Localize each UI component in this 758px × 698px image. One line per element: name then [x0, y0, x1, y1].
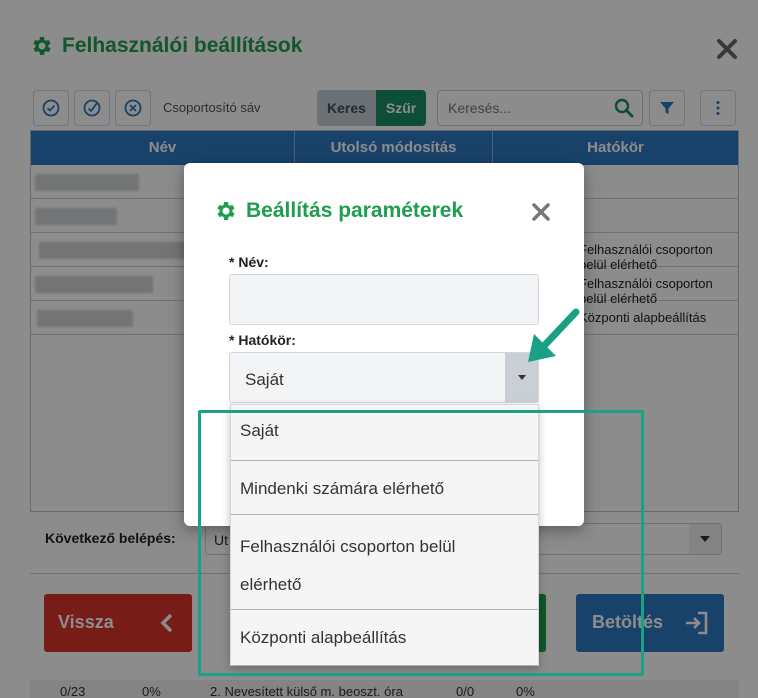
annotation-arrow-icon [528, 308, 580, 362]
modal-title: Beállítás paraméterek [214, 199, 463, 223]
scope-select[interactable]: Saját [229, 352, 539, 403]
close-icon[interactable] [530, 201, 552, 223]
modal-title-text: Beállítás paraméterek [246, 199, 464, 222]
annotation-highlight-box [198, 410, 644, 676]
scope-label: * Hatókör: [229, 332, 296, 348]
gear-icon [217, 202, 235, 220]
name-label: * Név: [229, 254, 269, 270]
name-field[interactable] [229, 274, 539, 325]
scope-selected-value: Saját [245, 370, 284, 389]
